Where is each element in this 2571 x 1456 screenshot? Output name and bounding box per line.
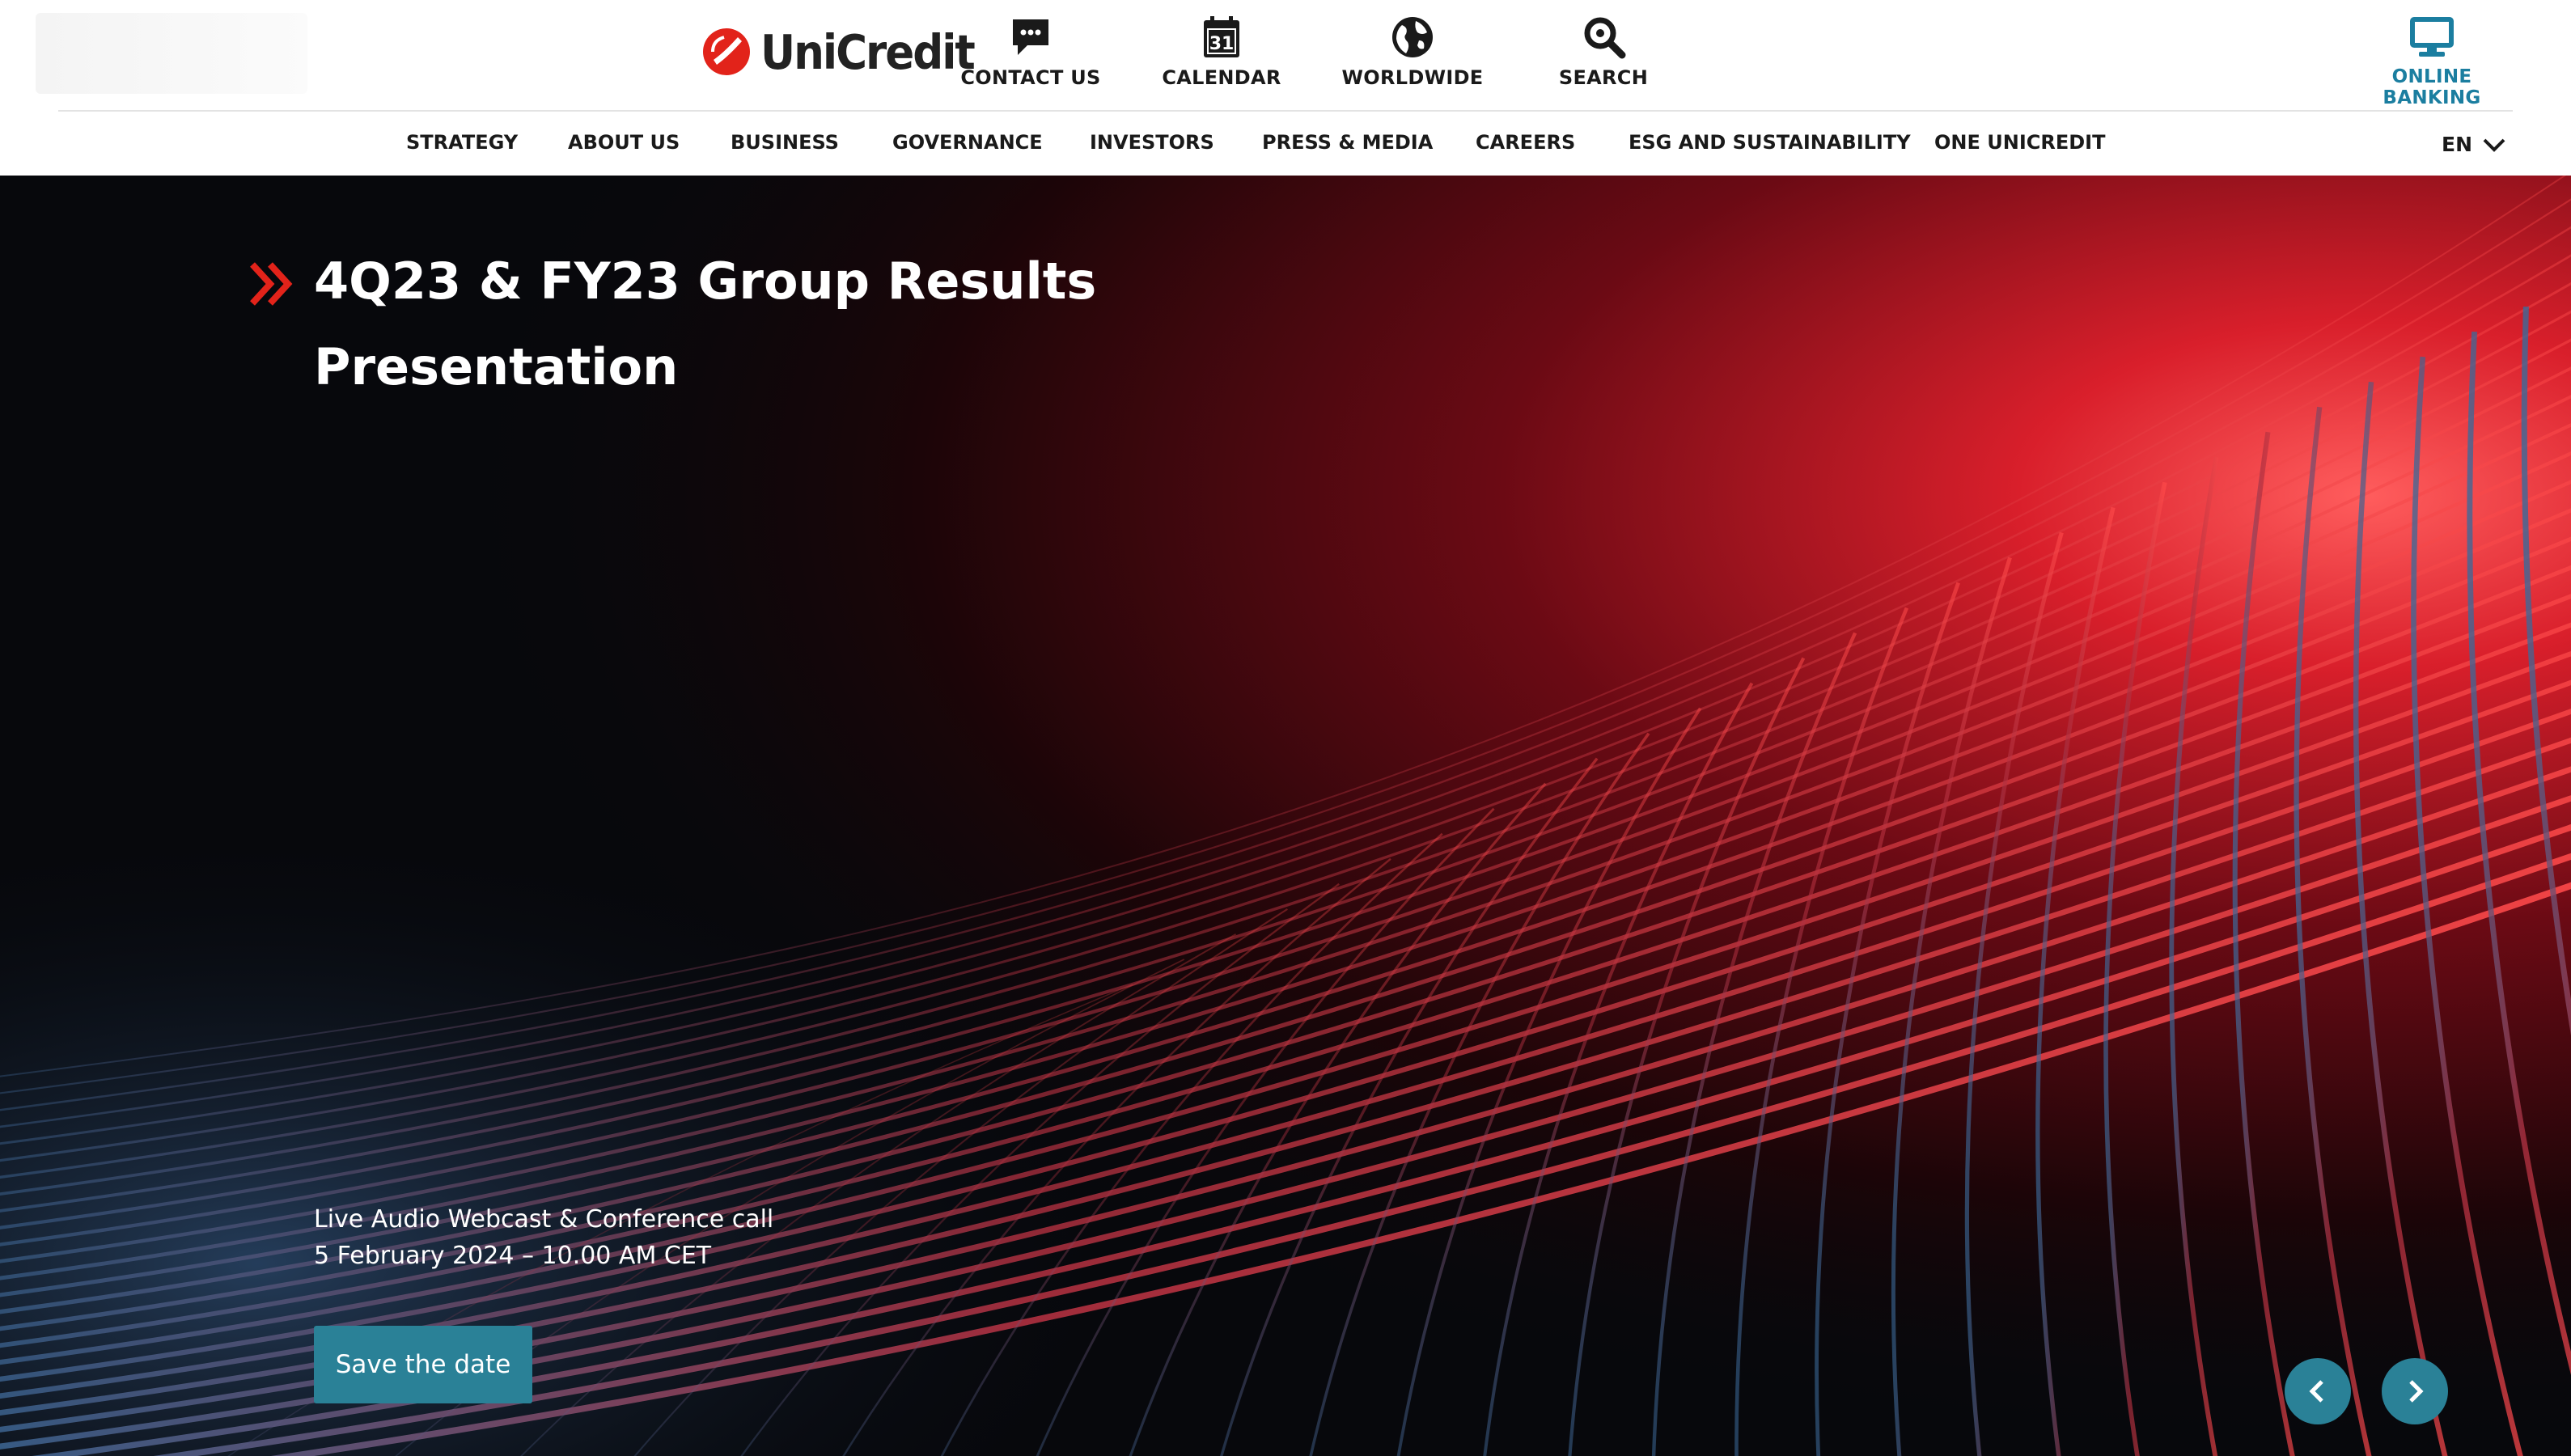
hero-banner: 4Q23 & FY23 Group Results Presentation L…: [0, 176, 2571, 1456]
header-divider: [58, 110, 2513, 112]
hero-title-block: 4Q23 & FY23 Group Results Presentation: [248, 239, 1107, 410]
contact-us-link[interactable]: CONTACT US: [950, 13, 1112, 89]
worldwide-link[interactable]: WORLDWIDE: [1332, 13, 1493, 89]
worldwide-label: WORLDWIDE: [1341, 66, 1484, 89]
language-current: EN: [2442, 133, 2473, 156]
nav-esg-sustainability[interactable]: ESG AND SUSTAINABILITY: [1629, 131, 1911, 154]
hero-title: 4Q23 & FY23 Group Results Presentation: [314, 252, 1097, 396]
calendar-link[interactable]: 31 CALENDAR: [1141, 13, 1302, 89]
nav-strategy[interactable]: STRATEGY: [406, 131, 518, 154]
unicredit-logo-icon: [703, 28, 750, 75]
monitor-icon: [2410, 17, 2454, 57]
calendar-icon: 31: [1204, 16, 1239, 57]
double-chevron-icon: [250, 262, 293, 306]
site-header: UniCredit CONTACT US 31 CALENDAR WORLDWI: [0, 0, 2571, 176]
brand-name: UniCredit: [760, 23, 976, 80]
nav-about-us[interactable]: ABOUT US: [568, 131, 680, 154]
hero-subtitle: Live Audio Webcast & Conference call 5 F…: [314, 1201, 773, 1274]
calendar-day: 31: [1209, 34, 1235, 54]
header-placeholder: [36, 13, 307, 94]
contact-us-label: CONTACT US: [960, 66, 1101, 89]
nav-governance[interactable]: GOVERNANCE: [892, 131, 1043, 154]
nav-investors[interactable]: INVESTORS: [1090, 131, 1214, 154]
carousel-next-button[interactable]: [2382, 1358, 2448, 1424]
calendar-label: CALENDAR: [1162, 66, 1281, 89]
language-selector[interactable]: EN: [2442, 133, 2506, 156]
chat-icon: [1013, 19, 1048, 55]
save-the-date-button[interactable]: Save the date: [314, 1326, 532, 1403]
nav-business[interactable]: BUSINESS: [731, 131, 839, 154]
unicredit-logo[interactable]: UniCredit: [702, 23, 976, 80]
globe-icon: [1392, 17, 1433, 57]
online-banking-label: ONLINE BANKING: [2383, 66, 2481, 108]
nav-careers[interactable]: CAREERS: [1476, 131, 1575, 154]
online-banking-link[interactable]: ONLINE BANKING: [2351, 13, 2513, 108]
main-navigation: STRATEGY ABOUT US BUSINESS GOVERNANCE IN…: [0, 113, 2571, 175]
search-label: SEARCH: [1558, 66, 1649, 89]
hero-subtitle-line1: Live Audio Webcast & Conference call: [314, 1205, 774, 1234]
nav-press-media[interactable]: PRESS & MEDIA: [1262, 131, 1433, 154]
carousel-prev-button[interactable]: [2285, 1358, 2351, 1424]
hero-subtitle-line2: 5 February 2024 – 10.00 AM CET: [314, 1242, 712, 1270]
nav-one-unicredit[interactable]: ONE UNICREDIT: [1934, 131, 2105, 154]
chevron-right-icon: [2409, 1380, 2424, 1403]
search-link[interactable]: SEARCH: [1523, 13, 1684, 89]
search-icon: [1584, 17, 1626, 59]
chevron-left-icon: [2309, 1380, 2323, 1403]
chevron-down-icon: [2483, 138, 2505, 152]
